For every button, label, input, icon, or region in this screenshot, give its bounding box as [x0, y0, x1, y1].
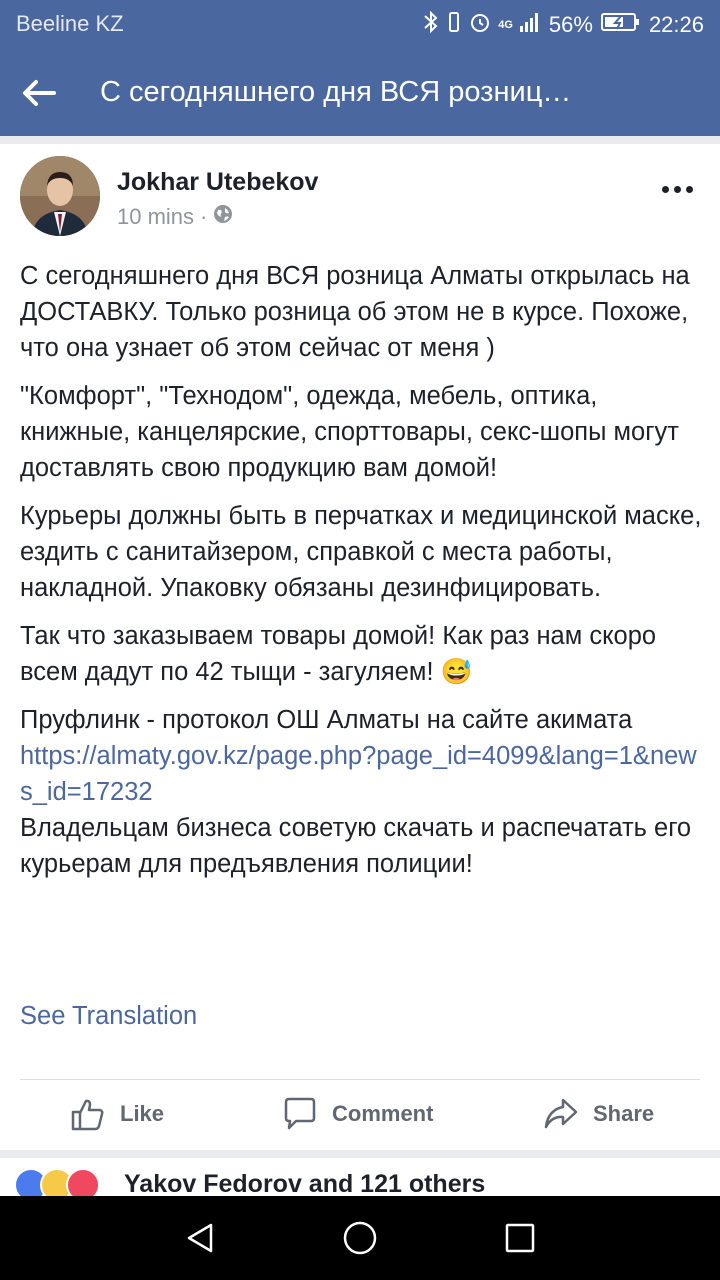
- system-back-button[interactable]: [178, 1216, 222, 1260]
- post-paragraph: "Комфорт", "Технодом", одежда, мебель, о…: [20, 382, 679, 482]
- post-paragraph: Пруфлинк - протокол ОШ Алматы на сайте а…: [20, 702, 704, 882]
- avatar[interactable]: [20, 156, 100, 236]
- post-paragraph: Курьеры должны быть в перчатках и медици…: [20, 502, 702, 602]
- external-link[interactable]: https://almaty.gov.kz/page.php?page_id=4…: [20, 738, 704, 810]
- closing-text: Владельцам бизнеса советую скачать и рас…: [20, 814, 692, 878]
- circle-home-icon: [343, 1221, 377, 1255]
- action-bar: Like Comment Share: [0, 1080, 720, 1150]
- thumbs-up-icon: [71, 1099, 104, 1131]
- system-home-button[interactable]: [338, 1216, 382, 1260]
- signal-icon: [519, 10, 541, 40]
- author-name[interactable]: Jokhar Utebekov: [117, 168, 318, 197]
- love-reaction-icon: [66, 1168, 100, 1198]
- post-paragraph: Так что заказываем товары домой! Как раз…: [20, 618, 704, 690]
- system-recents-button[interactable]: [498, 1216, 542, 1260]
- comment-button[interactable]: Comment: [282, 1096, 433, 1132]
- arrow-left-icon: [23, 80, 56, 106]
- post-card: Jokhar Utebekov 10 mins · С сегодняшнего…: [0, 144, 720, 1150]
- share-icon: [544, 1098, 578, 1129]
- post-paragraph-text: Так что заказываем товары домой! Как раз…: [20, 622, 657, 686]
- comment-label: Comment: [332, 1101, 434, 1126]
- reactions-summary[interactable]: Yakov Fedorov and 121 others: [0, 1158, 720, 1198]
- more-options-button[interactable]: [652, 174, 702, 204]
- page-title: С сегодняшнего дня ВСЯ розниц…: [100, 76, 572, 108]
- back-button[interactable]: [14, 70, 64, 116]
- bluetooth-icon: [422, 10, 440, 40]
- post-text: С сегодняшнего дня ВСЯ розница Алматы от…: [20, 258, 704, 882]
- like-label: Like: [120, 1101, 165, 1126]
- battery-icon: [600, 11, 641, 39]
- reaction-icons: [14, 1168, 100, 1198]
- post-time[interactable]: 10 mins: [117, 204, 194, 230]
- see-translation-link[interactable]: See Translation: [20, 1002, 197, 1031]
- comment-icon: [284, 1097, 316, 1130]
- vibrate-icon: [446, 10, 462, 40]
- network-type: 4G: [498, 19, 513, 31]
- triangle-back-icon: [187, 1223, 213, 1253]
- post-paragraph: С сегодняшнего дня ВСЯ розница Алматы от…: [20, 262, 690, 362]
- like-button[interactable]: Like: [70, 1096, 164, 1132]
- status-indicators: 4G 56% 22:26: [422, 10, 704, 40]
- app-header: С сегодняшнего дня ВСЯ розниц…: [0, 50, 720, 136]
- clock: 22:26: [648, 12, 704, 37]
- more-dot-icon: [661, 185, 669, 193]
- globe-icon: [213, 204, 233, 230]
- alarm-icon: [468, 10, 492, 40]
- proof-text: Пруфлинк - протокол ОШ Алматы на сайте а…: [20, 706, 633, 734]
- square-recents-icon: [505, 1223, 535, 1253]
- share-button[interactable]: Share: [543, 1096, 654, 1132]
- share-label: Share: [593, 1101, 655, 1126]
- status-bar: Beeline KZ 4G 56% 22:26: [0, 0, 720, 50]
- battery-percent: 56%: [548, 12, 593, 37]
- meta-separator: ·: [200, 204, 208, 229]
- sweat-smile-emoji: 😅: [440, 658, 473, 686]
- system-navigation-bar: [0, 1196, 720, 1280]
- post-meta: 10 mins ·: [117, 204, 233, 230]
- carrier-name: Beeline KZ: [16, 11, 124, 36]
- reaction-count-text[interactable]: Yakov Fedorov and 121 others: [124, 1170, 485, 1198]
